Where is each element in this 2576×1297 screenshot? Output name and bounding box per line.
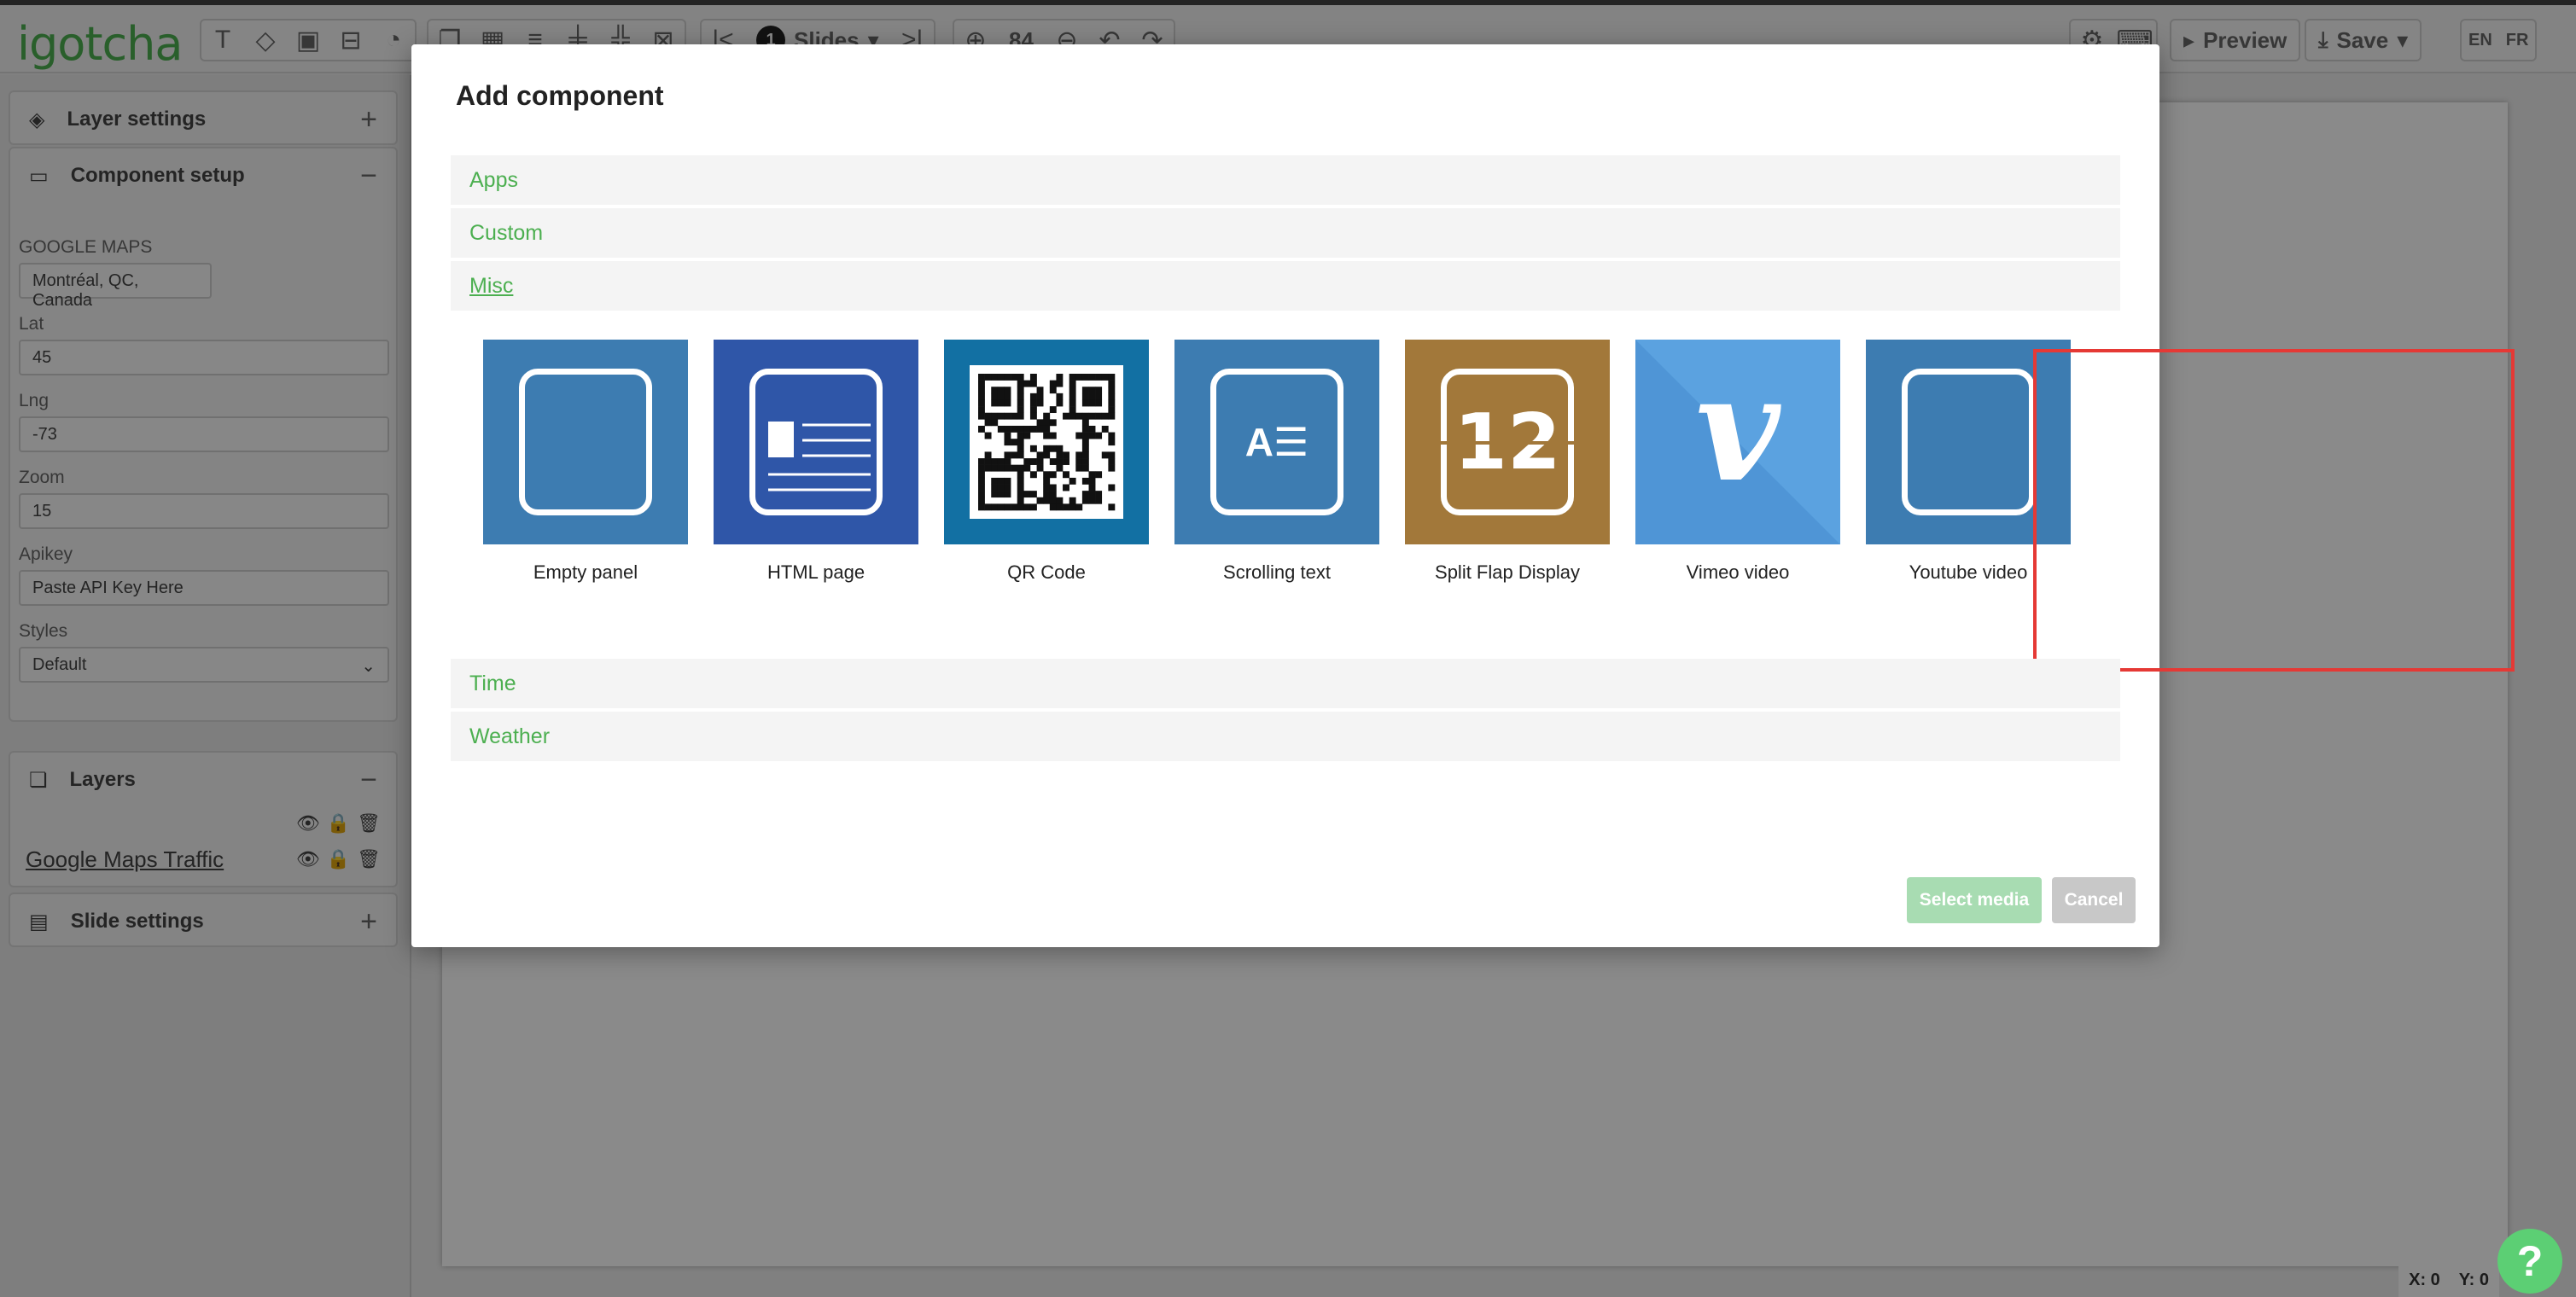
html-page-icon <box>714 340 918 544</box>
category-apps[interactable]: Apps <box>451 155 2120 206</box>
vimeo-icon: v <box>1635 340 1840 544</box>
category-label: Custom <box>469 220 544 245</box>
tile-label: Empty panel <box>533 561 638 583</box>
dialog-title: Add component <box>456 80 664 111</box>
tile-label: Vimeo video <box>1686 561 1790 583</box>
scrolling-text-icon: A☰ <box>1174 340 1379 544</box>
add-component-dialog: Add component Apps Custom Misc Empty pan… <box>411 44 2515 947</box>
tile-label: HTML page <box>766 561 865 583</box>
empty-panel-icon <box>483 340 688 544</box>
category-weather[interactable]: Weather <box>451 712 2120 763</box>
tile-empty-panel[interactable]: Empty panel <box>483 340 688 584</box>
scrolling-text-glyph: A☰ <box>1210 369 1343 515</box>
tile-vimeo-video[interactable]: v Vimeo video <box>1635 340 1840 584</box>
tile-split-flap-display[interactable]: 12 Split Flap Display <box>1405 340 1610 584</box>
category-label: Misc <box>469 273 514 298</box>
category-label: Time <box>469 671 516 695</box>
help-button[interactable]: ? <box>2497 1229 2562 1294</box>
qr-code-icon <box>944 340 1149 544</box>
selection-highlight <box>2033 349 2515 672</box>
select-media-button[interactable]: Select media <box>1907 877 2042 923</box>
tile-qr-code[interactable]: QR Code <box>944 340 1149 584</box>
tile-scrolling-text[interactable]: A☰ Scrolling text <box>1174 340 1379 584</box>
category-custom[interactable]: Custom <box>451 208 2120 259</box>
cancel-button[interactable]: Cancel <box>2052 877 2136 923</box>
category-time[interactable]: Time <box>451 659 2120 710</box>
split-flap-icon: 12 <box>1405 340 1610 544</box>
tile-html-page[interactable]: HTML page <box>714 340 918 584</box>
tile-label: Split Flap Display <box>1435 561 1580 583</box>
misc-component-grid: Empty panel HTML page QR Code A☰ Scrolli… <box>451 314 2120 672</box>
category-misc[interactable]: Misc <box>451 261 2120 312</box>
tile-label: QR Code <box>1007 561 1086 583</box>
tile-label: Scrolling text <box>1223 561 1331 583</box>
vimeo-glyph: v <box>1695 344 1780 515</box>
category-label: Apps <box>469 167 518 192</box>
category-label: Weather <box>469 724 551 748</box>
